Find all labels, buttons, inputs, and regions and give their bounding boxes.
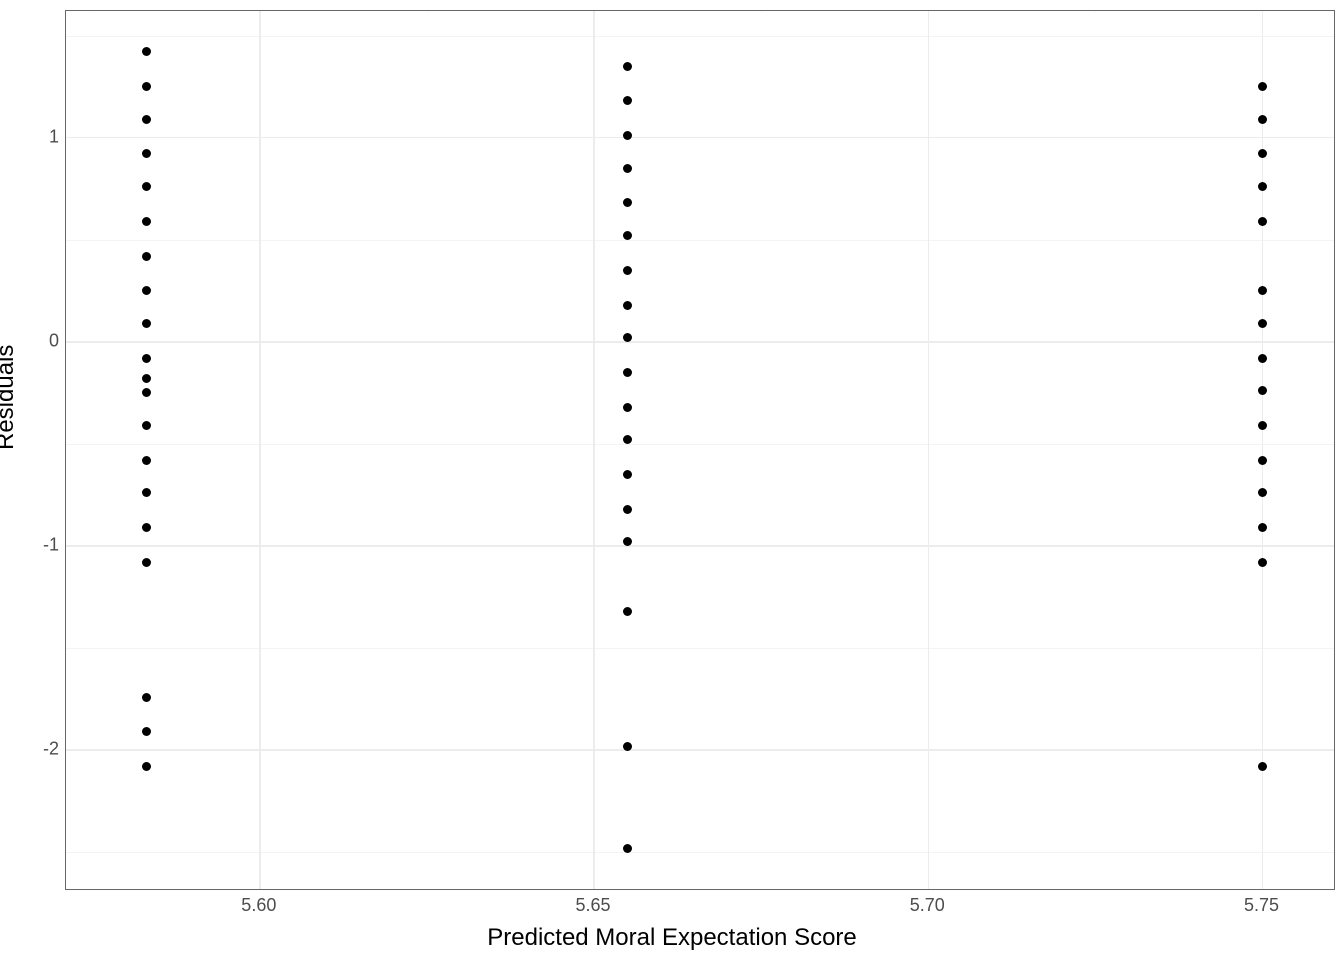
data-point (142, 286, 151, 295)
data-point (623, 844, 632, 853)
data-point (623, 164, 632, 173)
data-point (142, 488, 151, 497)
gridline-y (66, 137, 1334, 139)
gridline-x (1262, 11, 1264, 889)
data-point (623, 742, 632, 751)
data-point (142, 182, 151, 191)
x-tick-label: 5.60 (241, 895, 276, 916)
plot-panel (65, 10, 1335, 890)
gridline-y-minor (66, 36, 1334, 37)
data-point (142, 762, 151, 771)
scatter-chart: Residuals Predicted Moral Expectation Sc… (0, 0, 1344, 960)
data-point (1258, 319, 1267, 328)
data-point (1258, 149, 1267, 158)
gridline-y (66, 749, 1334, 751)
data-point (142, 149, 151, 158)
data-point (142, 421, 151, 430)
data-point (1258, 217, 1267, 226)
data-point (623, 301, 632, 310)
x-tick-label: 5.70 (910, 895, 945, 916)
data-point (142, 47, 151, 56)
data-point (142, 727, 151, 736)
gridline-x-minor (1095, 11, 1096, 12)
data-point (623, 62, 632, 71)
data-point (142, 456, 151, 465)
data-point (623, 368, 632, 377)
data-point (1258, 386, 1267, 395)
data-point (623, 266, 632, 275)
data-point (142, 523, 151, 532)
data-point (623, 198, 632, 207)
data-point (1258, 762, 1267, 771)
data-point (1258, 523, 1267, 532)
data-point (623, 505, 632, 514)
data-point (623, 231, 632, 240)
gridline-y-minor (66, 444, 1334, 445)
x-tick-label: 5.75 (1244, 895, 1279, 916)
data-point (623, 607, 632, 616)
data-point (142, 217, 151, 226)
data-point (623, 131, 632, 140)
gridline-y-minor (66, 240, 1334, 241)
gridline-x (593, 11, 595, 889)
gridline-x (259, 11, 261, 889)
gridline-x-minor (427, 11, 428, 12)
data-point (142, 374, 151, 383)
data-point (142, 82, 151, 91)
data-point (142, 354, 151, 363)
gridline-x (928, 11, 930, 889)
x-tick-label: 5.65 (576, 895, 611, 916)
y-axis-title: Residuals (0, 345, 20, 450)
gridline-x-minor (93, 11, 94, 12)
data-point (1258, 488, 1267, 497)
data-point (142, 558, 151, 567)
data-point (623, 470, 632, 479)
gridline-y-minor (66, 852, 1334, 853)
y-tick-label: -1 (9, 534, 59, 555)
data-point (1258, 286, 1267, 295)
data-point (1258, 558, 1267, 567)
data-point (623, 403, 632, 412)
data-point (1258, 115, 1267, 124)
data-point (1258, 82, 1267, 91)
data-point (142, 115, 151, 124)
gridline-y (66, 341, 1334, 343)
y-tick-label: -2 (9, 739, 59, 760)
gridline-y (66, 545, 1334, 547)
y-tick-label: 1 (9, 126, 59, 147)
y-tick-label: 0 (9, 330, 59, 351)
data-point (623, 96, 632, 105)
data-point (142, 252, 151, 261)
data-point (1258, 182, 1267, 191)
gridline-y-minor (66, 648, 1334, 649)
data-point (142, 319, 151, 328)
data-point (1258, 421, 1267, 430)
data-point (1258, 456, 1267, 465)
gridline-x-minor (761, 11, 762, 12)
data-point (1258, 354, 1267, 363)
data-point (142, 388, 151, 397)
x-axis-title: Predicted Moral Expectation Score (487, 924, 857, 952)
data-point (142, 693, 151, 702)
